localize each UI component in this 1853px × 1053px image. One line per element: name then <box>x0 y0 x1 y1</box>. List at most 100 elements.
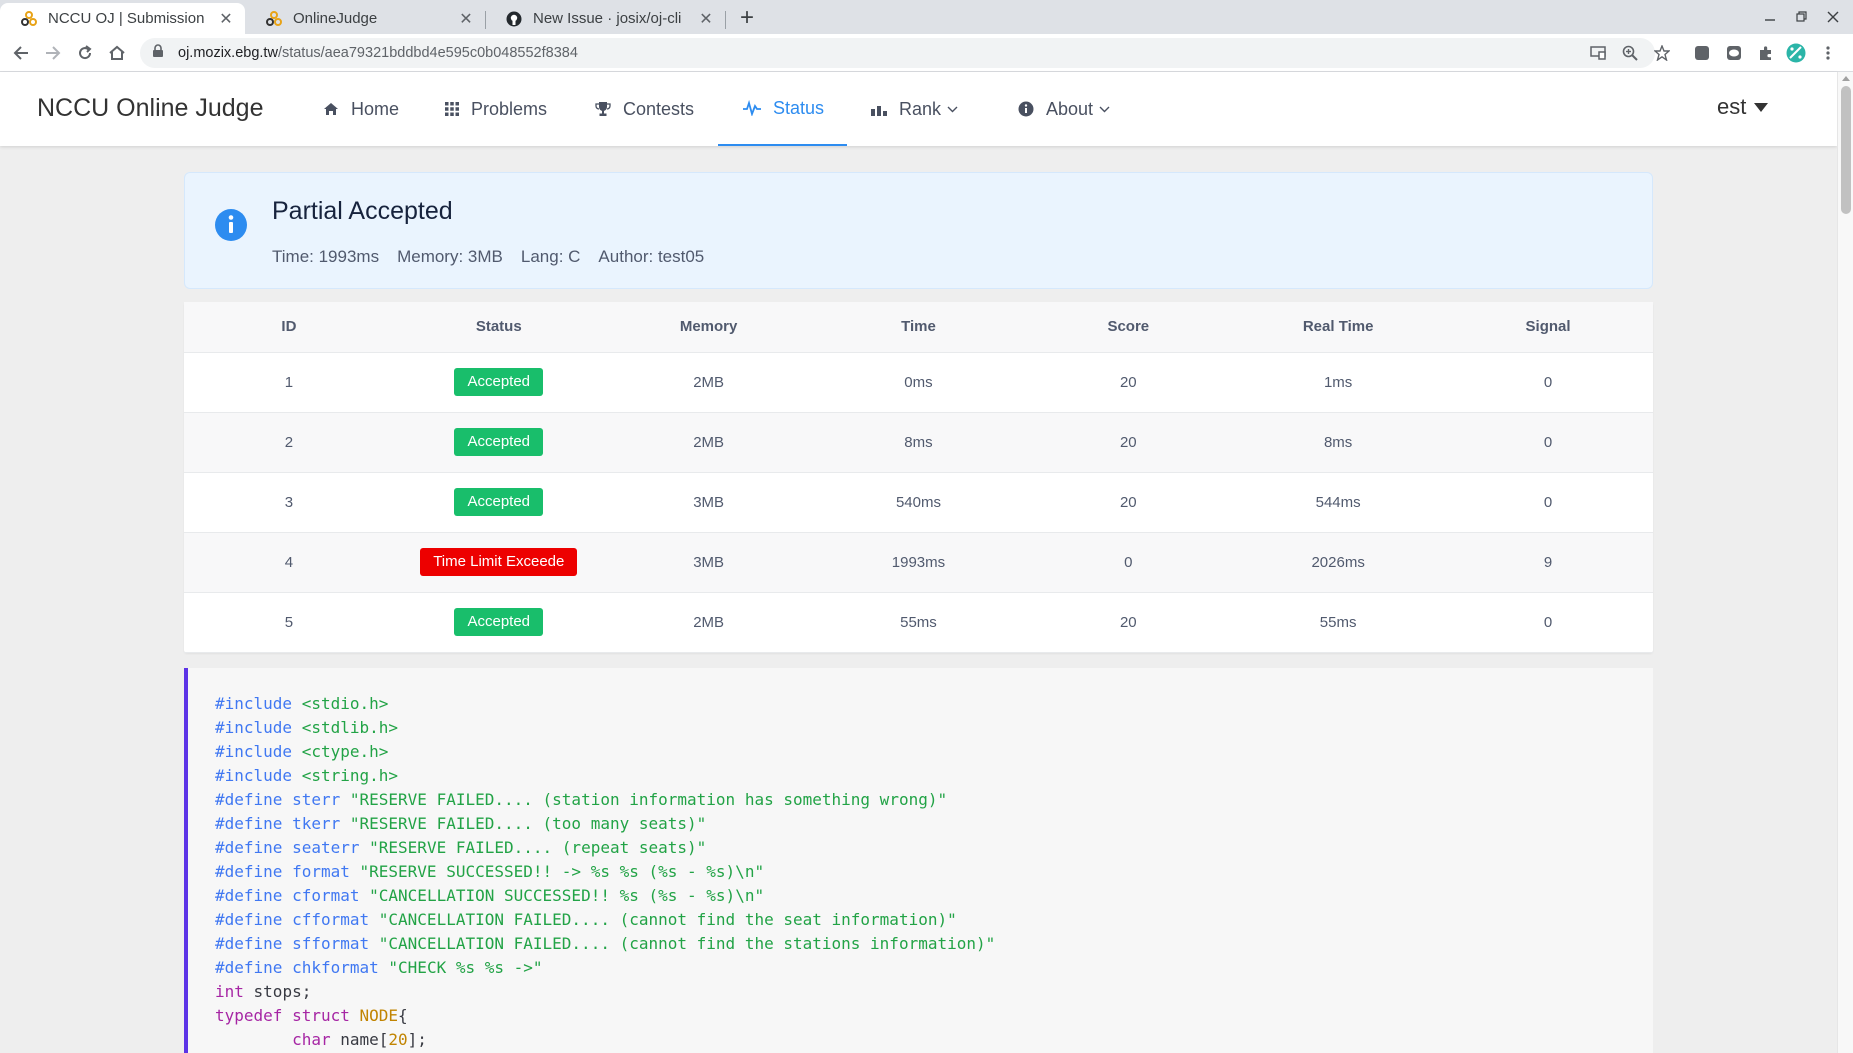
result-time: Time: 1993ms <box>272 247 380 266</box>
cell-status: Accepted <box>393 472 604 533</box>
url-path: /status/aea79321bddbd4e595c0b048552f8384 <box>277 45 578 61</box>
close-tab-icon[interactable]: ✕ <box>457 10 475 28</box>
browser-tab-github[interactable]: New Issue · josix/oj-cli ✕ <box>485 3 725 34</box>
table-row: 1 Accepted 2MB 0ms 20 1ms 0 <box>184 352 1653 413</box>
oj-logo-icon <box>265 10 283 28</box>
site-brand[interactable]: NCCU Online Judge <box>37 94 264 123</box>
cell-signal: 0 <box>1443 592 1653 653</box>
cell-memory: 3MB <box>603 532 814 593</box>
caret-down-icon <box>1754 102 1769 112</box>
status-badge: Accepted <box>454 488 544 516</box>
browser-toolbar: oj.mozix.ebg.tw/status/aea79321bddbd4e59… <box>0 34 1853 72</box>
scroll-up-arrow-icon[interactable] <box>1842 76 1850 81</box>
cell-score: 20 <box>1023 592 1234 653</box>
close-window-icon[interactable] <box>1818 4 1848 30</box>
code-line: #define sfformat "CANCELLATION FAILED...… <box>215 934 996 953</box>
cell-memory: 3MB <box>603 472 814 533</box>
column-header-status: Status <box>393 302 604 353</box>
new-tab-button[interactable]: + <box>734 4 760 31</box>
cell-status: Accepted <box>393 352 604 413</box>
cell-score: 20 <box>1023 352 1234 413</box>
browser-tab-submission[interactable]: NCCU OJ | Submission De ✕ <box>0 3 245 34</box>
nav-item-rank[interactable]: Rank <box>871 72 958 146</box>
close-tab-icon[interactable]: ✕ <box>217 10 235 28</box>
lock-icon <box>152 44 166 62</box>
home-icon <box>323 101 339 117</box>
nav-item-label: Problems <box>471 98 548 119</box>
code-line: #include <string.h> <box>215 766 399 785</box>
cell-time: 0ms <box>813 352 1024 413</box>
result-meta: Time: 1993ms Memory: 3MB Lang: C Author:… <box>272 247 704 267</box>
column-header-id: ID <box>184 302 394 353</box>
table-row: 3 Accepted 3MB 540ms 20 544ms 0 <box>184 472 1653 533</box>
github-icon <box>505 10 523 28</box>
column-header-signal: Signal <box>1443 302 1653 353</box>
user-menu[interactable]: est <box>1717 94 1769 120</box>
table-row: 2 Accepted 2MB 8ms 20 8ms 0 <box>184 412 1653 473</box>
result-alert: Partial Accepted Time: 1993ms Memory: 3M… <box>184 172 1653 289</box>
cell-signal: 9 <box>1443 532 1653 593</box>
cell-score: 20 <box>1023 412 1234 473</box>
home-icon[interactable] <box>104 40 130 66</box>
nav-item-contests[interactable]: Contests <box>595 72 694 146</box>
code-line: int stops; <box>215 982 312 1001</box>
page-scrollbar[interactable] <box>1837 72 1853 1053</box>
restore-icon[interactable] <box>1787 4 1817 30</box>
status-badge: Accepted <box>454 428 544 456</box>
url-domain: oj.mozix.ebg.tw <box>178 45 278 61</box>
back-arrow-icon[interactable] <box>8 40 34 66</box>
nav-item-status[interactable]: Status <box>718 72 847 146</box>
more-menu-icon[interactable] <box>1818 43 1838 63</box>
tab-title: NCCU OJ | Submission De <box>48 10 209 27</box>
username: est <box>1717 94 1747 119</box>
trophy-icon <box>595 101 611 117</box>
status-badge: Time Limit Exceede <box>420 548 578 576</box>
nav-item-label: About <box>1046 98 1094 119</box>
puzzle-extensions-icon[interactable] <box>1756 43 1776 63</box>
column-header-memory: Memory <box>603 302 814 353</box>
table-header-row: ID Status Memory Time Score Real Time Si… <box>184 302 1653 353</box>
nav-item-about[interactable]: About <box>1018 72 1110 146</box>
address-bar[interactable]: oj.mozix.ebg.tw/status/aea79321bddbd4e59… <box>140 38 1670 68</box>
code-line: #define chkformat "CHECK %s %s ->" <box>215 958 543 977</box>
cast-icon[interactable] <box>1584 38 1612 68</box>
nav-item-problems[interactable]: Problems <box>445 72 547 146</box>
source-code-block[interactable]: #include <stdio.h> #include <stdlib.h> #… <box>184 668 1653 1053</box>
minimize-icon[interactable] <box>1755 4 1785 30</box>
status-badge: Accepted <box>454 608 544 636</box>
cell-signal: 0 <box>1443 352 1653 413</box>
cell-time: 8ms <box>813 412 1024 473</box>
cell-real-time: 1ms <box>1233 352 1444 413</box>
cell-memory: 2MB <box>603 412 814 473</box>
reload-icon[interactable] <box>72 40 98 66</box>
tab-divider <box>725 11 726 29</box>
status-badge: Accepted <box>454 368 544 396</box>
forward-arrow-icon[interactable] <box>40 40 66 66</box>
info-icon <box>1018 101 1034 117</box>
cell-signal: 0 <box>1443 412 1653 473</box>
nav-item-home[interactable]: Home <box>323 72 399 146</box>
profile-avatar-icon[interactable] <box>1786 43 1806 63</box>
cell-memory: 2MB <box>603 352 814 413</box>
browser-tab-onlinejudge[interactable]: OnlineJudge ✕ <box>245 3 485 34</box>
cell-time: 540ms <box>813 472 1024 533</box>
nav-item-label: Rank <box>899 98 942 119</box>
result-memory: Memory: 3MB <box>397 247 503 266</box>
bookmark-star-icon[interactable] <box>1648 38 1676 68</box>
nav-item-label: Contests <box>623 98 695 119</box>
code-line: #define cfformat "CANCELLATION FAILED...… <box>215 910 957 929</box>
scrollbar-thumb[interactable] <box>1841 86 1851 214</box>
nav-item-label: Home <box>351 98 400 119</box>
cell-score: 0 <box>1023 532 1234 593</box>
browser-tab-bar: NCCU OJ | Submission De ✕ OnlineJudge ✕ … <box>0 0 1853 34</box>
zoom-icon[interactable] <box>1616 38 1644 68</box>
extension-gray-icon[interactable] <box>1692 43 1712 63</box>
tab-title: New Issue · josix/oj-cli <box>533 10 682 27</box>
cell-status: Time Limit Exceede <box>393 532 604 593</box>
code-line: #include <stdlib.h> <box>215 718 399 737</box>
bar-chart-icon <box>871 102 887 116</box>
cell-id: 2 <box>184 412 394 473</box>
code-line: #define cformat "CANCELLATION SUCCESSED!… <box>215 886 765 905</box>
close-tab-icon[interactable]: ✕ <box>697 10 715 28</box>
extension-line-icon[interactable] <box>1724 43 1744 63</box>
